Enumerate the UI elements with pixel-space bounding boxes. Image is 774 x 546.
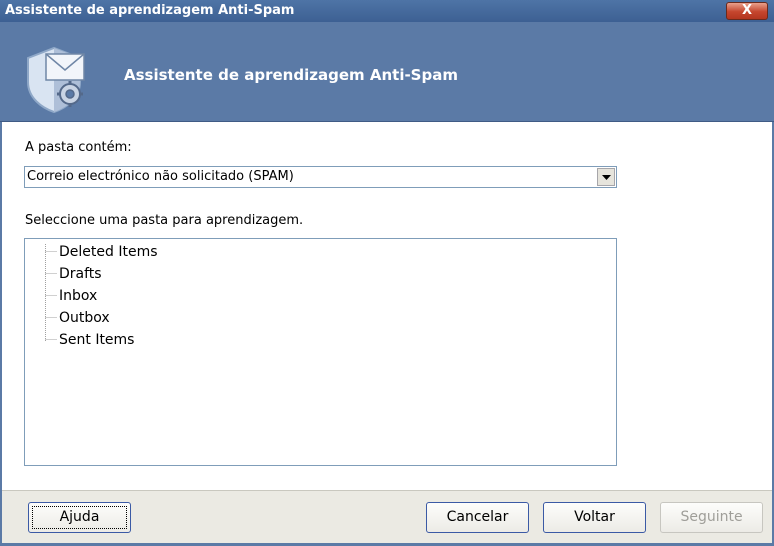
folder-type-value: Correio electrónico não solicitado (SPAM…	[27, 169, 294, 184]
next-button: Seguinte	[660, 502, 763, 533]
button-footer: Ajuda Cancelar Voltar Seguinte	[2, 490, 772, 543]
folder-tree[interactable]: Deleted Items Drafts Inbox Outbox Sent I…	[24, 238, 617, 466]
window-titlebar: Assistente de aprendizagem Anti-Spam X	[0, 0, 774, 22]
frame-left	[0, 122, 2, 546]
cancel-button[interactable]: Cancelar	[426, 502, 529, 533]
folder-type-dropdown[interactable]: Correio electrónico não solicitado (SPAM…	[24, 166, 617, 188]
tree-item-deleted-items[interactable]: Deleted Items	[59, 242, 158, 262]
header-title: Assistente de aprendizagem Anti-Spam	[124, 66, 458, 84]
tree-item-outbox[interactable]: Outbox	[59, 308, 110, 328]
tree-item-sent-items[interactable]: Sent Items	[59, 330, 134, 350]
window-title: Assistente de aprendizagem Anti-Spam	[5, 3, 295, 18]
tree-item-drafts[interactable]: Drafts	[59, 264, 102, 284]
shield-mail-gear-icon	[27, 46, 85, 114]
folder-list-label: Seleccione uma pasta para aprendizagem.	[25, 213, 304, 228]
folder-type-label: A pasta contém:	[25, 140, 132, 155]
tree-item-inbox[interactable]: Inbox	[59, 286, 97, 306]
wizard-header: Assistente de aprendizagem Anti-Spam	[0, 22, 774, 122]
close-icon: X	[741, 3, 753, 18]
close-button[interactable]: X	[726, 2, 768, 20]
dropdown-arrow-button[interactable]	[597, 168, 615, 186]
back-button[interactable]: Voltar	[543, 502, 646, 533]
help-button[interactable]: Ajuda	[28, 502, 131, 533]
chevron-down-icon	[602, 175, 611, 180]
